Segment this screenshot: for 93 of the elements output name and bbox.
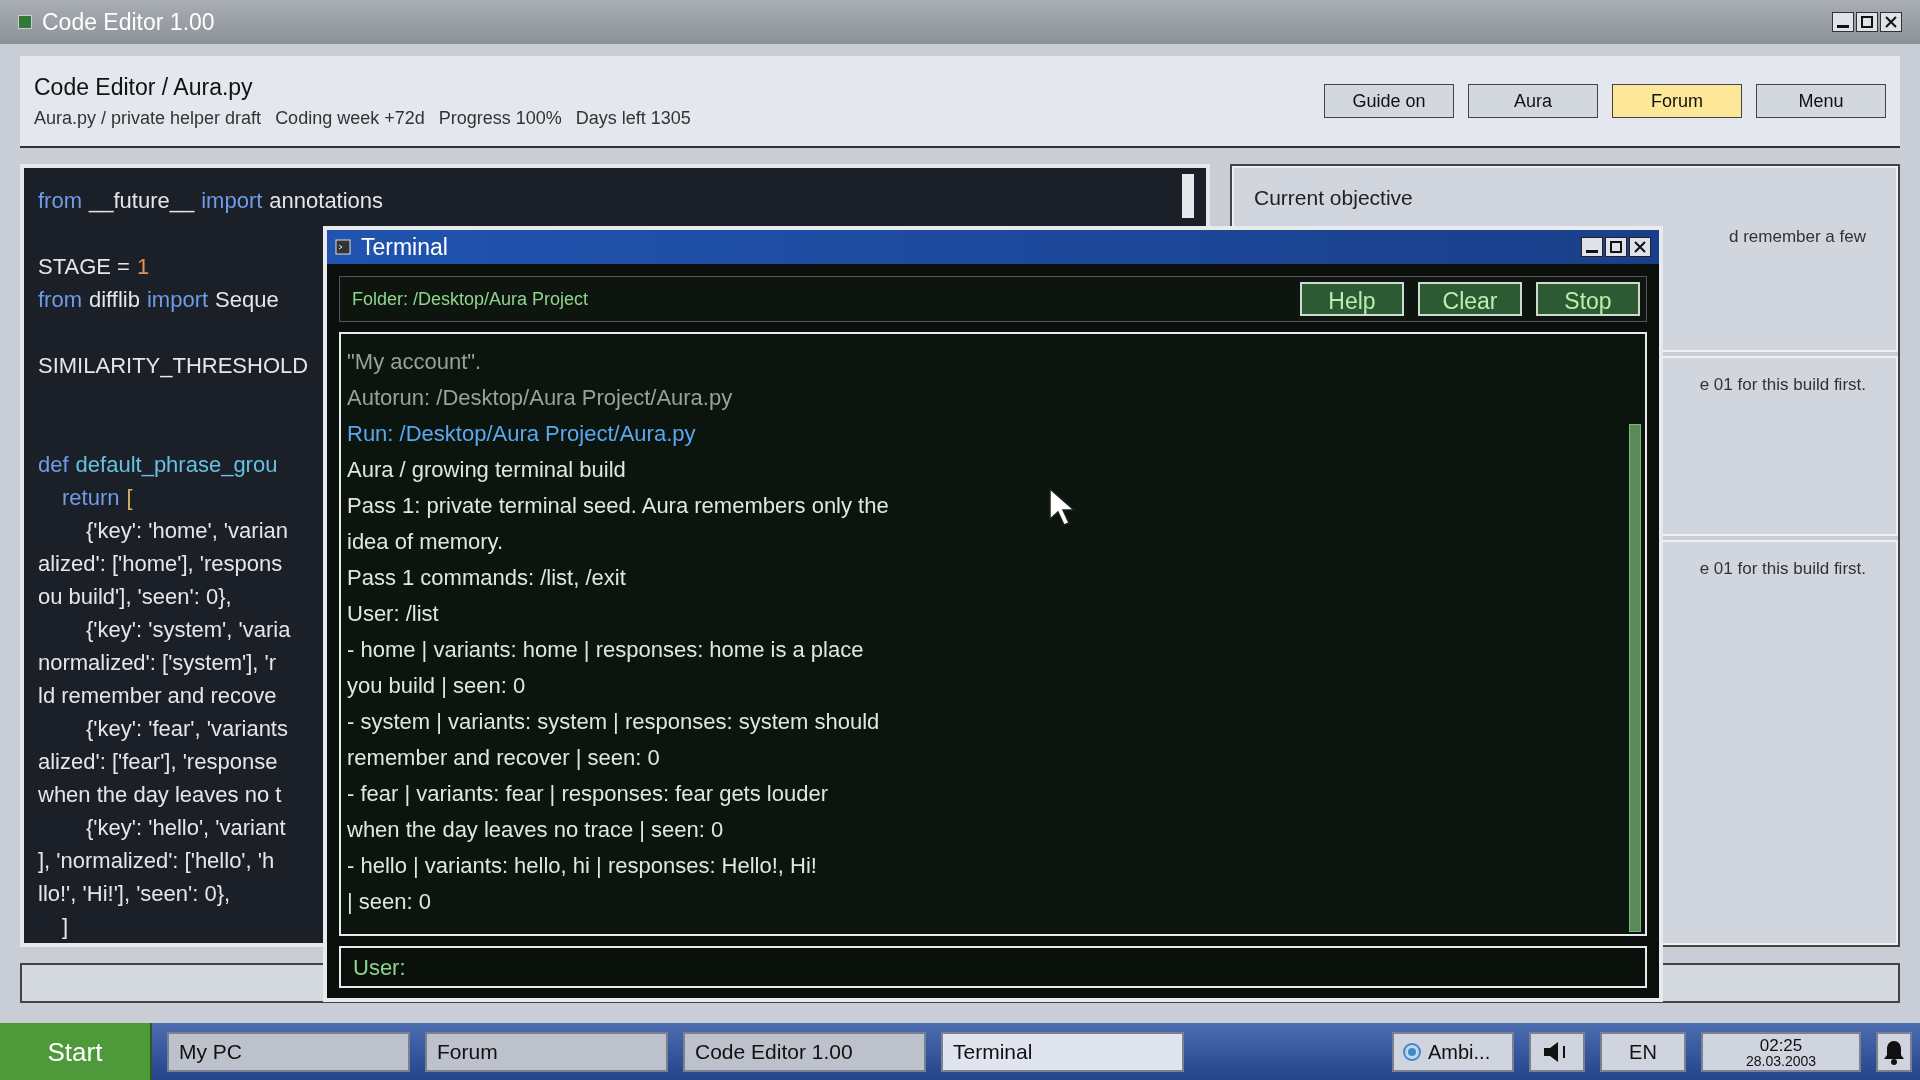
header-stat: Days left 1305 <box>575 106 691 130</box>
code-token: 1 <box>136 253 150 281</box>
header-button[interactable]: Menu <box>1756 84 1886 118</box>
code-token: STAGE = <box>38 253 130 281</box>
panel-title: Current objective <box>1254 185 1413 211</box>
clock-time: 02:25 <box>1759 1036 1803 1054</box>
code-token: def <box>38 451 69 479</box>
code-token: ] <box>62 913 69 941</box>
code-token: default_phrase_grou <box>75 451 278 479</box>
code-token: {'key': 'fear', 'variants <box>86 715 288 743</box>
folder-path: Folder: /Desktop/Aura Project <box>352 287 590 311</box>
header-button[interactable]: Guide on <box>1324 84 1454 118</box>
maximize-button[interactable] <box>1605 237 1627 257</box>
terminal-button[interactable]: Help <box>1300 282 1404 316</box>
header-stat: Coding week +72d <box>275 106 425 130</box>
taskbar-item[interactable]: Forum <box>425 1032 668 1072</box>
close-button[interactable] <box>1629 237 1651 257</box>
output-line: remember and recover | seen: 0 <box>347 744 660 772</box>
close-icon <box>1633 240 1647 254</box>
volume-button[interactable] <box>1529 1032 1585 1072</box>
maximize-icon <box>1609 240 1623 254</box>
code-token: __future__ <box>89 187 195 215</box>
code-token: Seque <box>215 286 279 314</box>
terminal-icon <box>335 239 351 255</box>
header-stat: Progress 100% <box>438 106 562 130</box>
scrollbar-thumb <box>1182 174 1194 218</box>
code-token: from <box>38 187 82 215</box>
close-button[interactable] <box>1880 12 1902 32</box>
code-token: {'key': 'hello', 'variant <box>86 814 286 842</box>
output-line: - system | variants: system | responses: system should <box>347 708 880 736</box>
code-token: when the day leaves no t <box>38 781 282 809</box>
taskbar-item[interactable]: Terminal <box>941 1032 1184 1072</box>
output-line: you build | seen: 0 <box>347 672 526 700</box>
terminal-button[interactable]: Stop <box>1536 282 1640 316</box>
code-token: import <box>201 187 263 215</box>
minimize-button[interactable] <box>1581 237 1603 257</box>
command-input[interactable]: User: <box>339 946 1647 988</box>
output-line: | seen: 0 <box>347 888 431 916</box>
language-button[interactable]: EN <box>1600 1032 1686 1072</box>
minimize-icon <box>1586 249 1598 253</box>
minimize-icon <box>1837 24 1849 28</box>
output-line: Aura / growing terminal build <box>347 456 626 484</box>
notification-button[interactable] <box>1876 1032 1912 1072</box>
code-token: import <box>146 286 209 314</box>
code-token: ou build'], 'seen': 0}, <box>38 583 232 611</box>
window-title: Code Editor 1.00 <box>42 7 215 37</box>
code-token: SIMILARITY_THRESHOLD <box>38 352 309 380</box>
header-button[interactable]: Forum <box>1612 84 1742 118</box>
taskbar-item[interactable]: My PC <box>167 1032 410 1072</box>
panel-text: d remember a few <box>1729 225 1867 248</box>
code-token: alized': ['fear'], 'response <box>38 748 278 776</box>
page-title: Code Editor / Aura.py <box>34 73 254 103</box>
mouse-cursor-icon <box>1048 487 1078 527</box>
output-line: Autorun: /Desktop/Aura Project/Aura.py <box>347 384 733 412</box>
app-icon <box>18 15 32 29</box>
code-token: difflib <box>89 286 140 314</box>
minimize-button[interactable] <box>1832 12 1854 32</box>
header-button[interactable]: Aura <box>1468 84 1598 118</box>
code-token: alized': ['home'], 'respons <box>38 550 283 578</box>
code-token: normalized': ['system'], 'r <box>38 649 277 677</box>
output-line: idea of memory. <box>347 528 504 556</box>
output-line: - home | variants: home | responses: home is a place <box>347 636 864 664</box>
terminal-title: Terminal <box>361 232 448 262</box>
output-line: "My account". <box>347 348 482 376</box>
maximize-icon <box>1860 15 1874 29</box>
output-line: Pass 1 commands: /list, /exit <box>347 564 626 592</box>
taskbar-item[interactable]: Code Editor 1.00 <box>683 1032 926 1072</box>
code-token: [ <box>126 484 133 512</box>
header-stat: Aura.py / private helper draft <box>34 106 262 130</box>
output-line: when the day leaves no trace | seen: 0 <box>347 816 724 844</box>
panel-text: e 01 for this build first. <box>1699 558 1867 580</box>
code-token: from <box>38 286 82 314</box>
output-line: Run: /Desktop/Aura Project/Aura.py <box>347 420 696 448</box>
output-line: Pass 1: private terminal seed. Aura remembers only the <box>347 492 889 520</box>
code-token: ld remember and recove <box>38 682 277 710</box>
maximize-button[interactable] <box>1856 12 1878 32</box>
output-line: User: /list <box>347 600 439 628</box>
code-token: llo!', 'Hi!'], 'seen': 0}, <box>38 880 231 908</box>
close-icon <box>1884 15 1898 29</box>
code-token: {'key': 'home', 'varian <box>86 517 288 545</box>
clock-date: 28.03.2003 <box>1745 1053 1817 1068</box>
start-button[interactable]: Start <box>0 1023 152 1080</box>
ambient-button[interactable]: Ambi... <box>1392 1032 1514 1072</box>
bell-icon <box>1883 1039 1905 1065</box>
code-token: return <box>62 484 120 512</box>
panel-text: e 01 for this build first. <box>1699 374 1867 396</box>
output-line: - hello | variants: hello, hi | responses: Hello!, Hi! <box>347 852 817 880</box>
code-token: {'key': 'system', 'varia <box>86 616 291 644</box>
code-token: ], 'normalized': ['hello', 'h <box>38 847 275 875</box>
code-token: annotations <box>269 187 384 215</box>
terminal-button[interactable]: Clear <box>1418 282 1522 316</box>
radio-icon <box>1402 1042 1422 1062</box>
output-line: - fear | variants: fear | responses: fear gets louder <box>347 780 828 808</box>
